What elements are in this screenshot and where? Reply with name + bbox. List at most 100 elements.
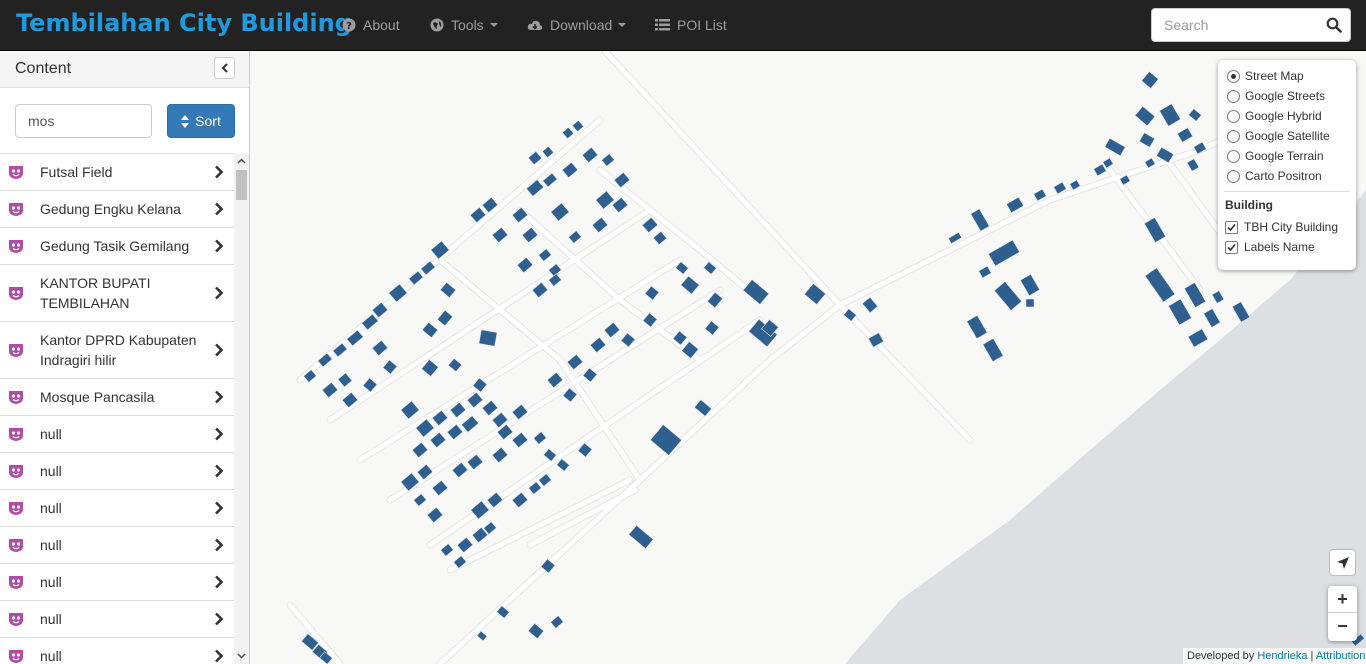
building-polygon[interactable] [426, 506, 444, 524]
search-icon[interactable] [1326, 17, 1342, 33]
basemap-option[interactable]: Street Map [1227, 67, 1304, 85]
scroll-up-icon[interactable] [237, 157, 246, 166]
building-polygon[interactable] [1186, 158, 1200, 172]
building-polygon[interactable] [649, 424, 683, 456]
building-polygon[interactable] [421, 321, 439, 339]
overlay-option[interactable]: TBH City Building [1225, 218, 1338, 236]
building-polygon[interactable] [491, 226, 509, 244]
list-item[interactable]: null [0, 416, 234, 453]
building-polygon[interactable] [461, 415, 479, 433]
building-polygon[interactable] [1211, 290, 1225, 304]
list-item[interactable]: null [0, 601, 234, 638]
building-polygon[interactable] [440, 543, 454, 557]
search-input[interactable] [1152, 9, 1320, 41]
building-polygon[interactable] [1203, 308, 1221, 328]
building-polygon[interactable] [1025, 298, 1035, 308]
list-item[interactable]: null [0, 490, 234, 527]
building-polygon[interactable] [595, 190, 615, 210]
map-canvas[interactable] [250, 51, 1366, 664]
radio-button[interactable] [1227, 129, 1240, 143]
building-polygon[interactable] [400, 400, 420, 420]
building-polygon[interactable] [533, 431, 547, 445]
building-polygon[interactable] [861, 296, 879, 314]
building-polygon[interactable] [628, 524, 654, 550]
building-polygon[interactable] [1019, 273, 1041, 297]
building-polygon[interactable] [1102, 157, 1114, 169]
building-polygon[interactable] [970, 208, 990, 232]
building-polygon[interactable] [528, 481, 542, 495]
radio-button[interactable] [1227, 109, 1240, 123]
building-polygon[interactable] [511, 431, 529, 449]
basemap-option[interactable]: Google Terrain [1227, 147, 1324, 165]
list-item[interactable]: null [0, 564, 234, 601]
building-polygon[interactable] [371, 339, 389, 357]
checkbox[interactable] [1225, 240, 1238, 254]
building-polygon[interactable] [511, 206, 529, 224]
nav-tools[interactable]: Tools [430, 0, 498, 50]
building-polygon[interactable] [538, 473, 552, 487]
building-polygon[interactable] [346, 329, 364, 347]
building-polygon[interactable] [1188, 108, 1202, 122]
building-polygon[interactable] [1144, 267, 1176, 303]
building-polygon[interactable] [1168, 298, 1192, 326]
radio-button[interactable] [1227, 89, 1240, 103]
map-basemap[interactable] [250, 51, 1366, 664]
building-polygon[interactable] [550, 615, 564, 629]
building-polygon[interactable] [321, 381, 339, 399]
overlay-option[interactable]: Labels Name [1225, 238, 1315, 256]
building-polygon[interactable] [978, 265, 992, 279]
nav-download[interactable]: Download [527, 0, 627, 50]
building-polygon[interactable] [993, 281, 1023, 311]
building-polygon[interactable] [704, 320, 720, 336]
building-polygon[interactable] [566, 353, 584, 371]
building-polygon[interactable] [521, 226, 539, 244]
building-polygon[interactable] [538, 248, 552, 262]
scroll-down-icon[interactable] [237, 651, 246, 660]
filter-input[interactable] [15, 104, 152, 138]
sort-button[interactable]: Sort [167, 104, 235, 138]
building-polygon[interactable] [451, 461, 469, 479]
building-polygon[interactable] [478, 329, 498, 347]
brand-title[interactable]: Tembilahan City Building [16, 9, 352, 37]
building-polygon[interactable] [541, 145, 555, 159]
zoom-out-button[interactable]: − [1328, 613, 1357, 640]
collapse-sidebar-button[interactable] [214, 57, 235, 79]
building-polygon[interactable] [641, 216, 659, 234]
building-polygon[interactable] [589, 336, 607, 354]
basemap-option[interactable]: Google Streets [1227, 87, 1325, 105]
radio-button[interactable] [1227, 169, 1240, 183]
building-polygon[interactable] [1183, 282, 1207, 308]
building-polygon[interactable] [446, 423, 464, 441]
nav-poi-list[interactable]: POI List [655, 0, 727, 50]
building-polygon[interactable] [491, 446, 509, 464]
building-polygon[interactable] [603, 321, 621, 339]
building-polygon[interactable] [1006, 196, 1024, 214]
building-polygon[interactable] [411, 441, 429, 459]
building-polygon[interactable] [568, 230, 582, 244]
building-polygon[interactable] [429, 431, 447, 449]
building-polygon[interactable] [1176, 127, 1194, 143]
building-polygon[interactable] [1141, 71, 1159, 89]
checkbox[interactable] [1225, 220, 1238, 234]
building-polygon[interactable] [591, 216, 609, 234]
building-polygon[interactable] [1187, 328, 1209, 348]
building-polygon[interactable] [413, 493, 427, 507]
building-polygon[interactable] [481, 399, 499, 417]
building-polygon[interactable] [611, 196, 629, 214]
basemap-option[interactable]: Google Hybrid [1227, 107, 1322, 125]
building-polygon[interactable] [1159, 103, 1181, 127]
building-polygon[interactable] [581, 146, 599, 164]
attribution-author-link[interactable]: Hendrieka [1257, 650, 1307, 662]
scroll-thumb[interactable] [236, 170, 247, 200]
building-polygon[interactable] [982, 337, 1004, 363]
building-polygon[interactable] [1138, 132, 1156, 148]
list-item[interactable]: null [0, 638, 234, 664]
list-item[interactable]: Gedung Tasik Gemilang [0, 228, 234, 265]
building-polygon[interactable] [511, 491, 529, 509]
building-polygon[interactable] [561, 161, 579, 179]
list-item[interactable]: Mosque Pancasila [0, 379, 234, 416]
building-polygon[interactable] [561, 126, 575, 140]
building-polygon[interactable] [550, 202, 570, 222]
building-polygon[interactable] [571, 119, 585, 133]
list-scrollbar[interactable] [234, 153, 249, 664]
